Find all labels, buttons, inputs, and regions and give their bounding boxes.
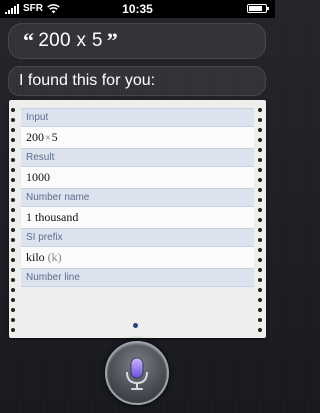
perforation-hole — [11, 198, 15, 202]
si-prefix-symbol: (k) — [47, 250, 62, 264]
battery-icon — [247, 4, 269, 13]
status-bar: SFR 10:35 — [0, 0, 275, 18]
perforation-hole — [258, 278, 262, 282]
perforation-hole — [11, 298, 15, 302]
perforation-hole — [11, 138, 15, 142]
reply-bubble: I found this for you: — [8, 66, 266, 96]
perforation-hole — [11, 108, 15, 112]
pod-value-si-prefix: kilo (k) — [21, 247, 254, 268]
perforation-hole — [258, 158, 262, 162]
perforation-hole — [11, 328, 15, 332]
close-quote: ” — [106, 28, 119, 53]
input-operand-b: 5 — [51, 130, 58, 144]
page-indicator — [133, 323, 138, 328]
perforation-hole — [11, 118, 15, 122]
perforation-hole — [258, 318, 262, 322]
result-pods: Input 200×5 Result 1000 Number name 1 th… — [21, 108, 254, 338]
pod-header-input: Input — [21, 108, 254, 127]
perforation-hole — [258, 198, 262, 202]
perforation-hole — [258, 288, 262, 292]
reply-text: I found this for you: — [19, 72, 156, 89]
input-operand-a: 200 — [26, 130, 44, 144]
perforation-hole — [11, 248, 15, 252]
perforation-hole — [258, 298, 262, 302]
perforation-hole — [11, 128, 15, 132]
pod-header-si-prefix: SI prefix — [21, 228, 254, 247]
result-card[interactable]: Input 200×5 Result 1000 Number name 1 th… — [9, 100, 266, 338]
battery-level — [249, 6, 262, 11]
perforation-hole — [258, 118, 262, 122]
perforation-hole — [258, 308, 262, 312]
microphone-button[interactable] — [105, 341, 169, 405]
perforation-hole — [11, 308, 15, 312]
perforation-hole — [11, 178, 15, 182]
perforation-hole — [11, 218, 15, 222]
perforation-hole — [11, 208, 15, 212]
perforation-right — [258, 108, 264, 338]
perforation-hole — [11, 318, 15, 322]
perforation-hole — [258, 138, 262, 142]
perforation-hole — [258, 238, 262, 242]
pod-value-result: 1000 — [21, 167, 254, 188]
perforation-hole — [11, 228, 15, 232]
multiply-symbol: × — [45, 133, 51, 144]
perforation-hole — [258, 218, 262, 222]
perforation-hole — [258, 268, 262, 272]
pod-header-number-name: Number name — [21, 188, 254, 207]
perforation-hole — [258, 208, 262, 212]
clock: 10:35 — [122, 2, 153, 16]
perforation-hole — [11, 168, 15, 172]
perforation-hole — [258, 188, 262, 192]
perforation-hole — [258, 328, 262, 332]
si-prefix-name: kilo — [26, 250, 45, 264]
perforation-hole — [11, 188, 15, 192]
perforation-hole — [11, 238, 15, 242]
pod-header-number-line: Number line — [21, 268, 254, 287]
pod-value-number-name: 1 thousand — [21, 207, 254, 228]
perforation-hole — [11, 148, 15, 152]
open-quote: “ — [23, 28, 35, 53]
perforation-hole — [11, 288, 15, 292]
query-bubble[interactable]: “ 200 x 5 ” — [8, 23, 266, 59]
perforation-hole — [258, 168, 262, 172]
perforation-hole — [258, 228, 262, 232]
perforation-hole — [11, 158, 15, 162]
pod-header-result: Result — [21, 148, 254, 167]
pod-value-input: 200×5 — [21, 127, 254, 148]
perforation-hole — [258, 178, 262, 182]
perforation-hole — [258, 108, 262, 112]
perforation-hole — [11, 268, 15, 272]
perforation-hole — [258, 258, 262, 262]
query-text: 200 x 5 — [38, 30, 103, 51]
perforation-hole — [11, 258, 15, 262]
perforation-left — [11, 108, 17, 338]
microphone-icon — [126, 357, 148, 390]
perforation-hole — [258, 248, 262, 252]
perforation-hole — [258, 128, 262, 132]
perforation-hole — [11, 278, 15, 282]
perforation-hole — [258, 148, 262, 152]
